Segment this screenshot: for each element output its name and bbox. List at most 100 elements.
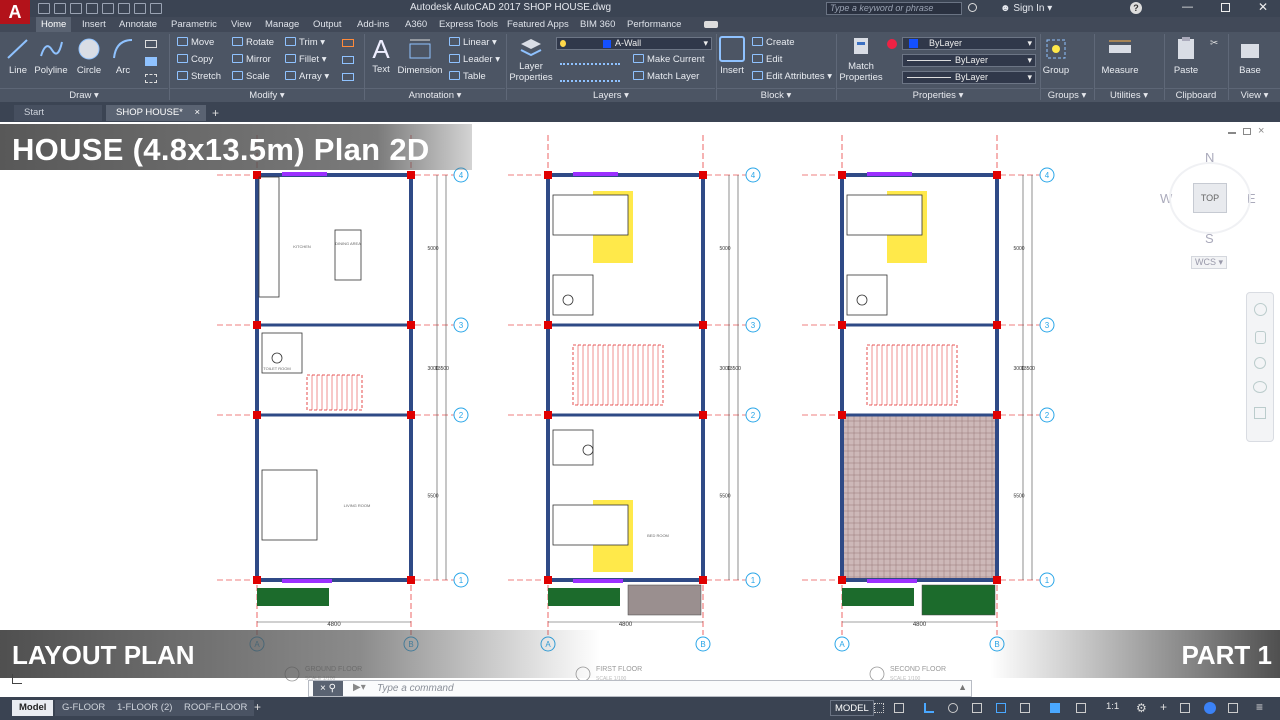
tab-annotate[interactable]: Annotate xyxy=(114,17,162,32)
ribbon-options-icon[interactable] xyxy=(704,21,718,28)
showmotion-icon[interactable] xyxy=(1254,407,1266,419)
base-view-button[interactable]: Base xyxy=(1234,36,1266,76)
new-icon[interactable] xyxy=(38,3,50,14)
tab-1-floor[interactable]: 1-FLOOR (2) xyxy=(110,700,180,716)
polyline-button[interactable]: Polyline xyxy=(32,36,70,76)
model-space-button[interactable]: MODEL xyxy=(830,700,874,716)
new-tab-button[interactable]: + xyxy=(212,106,219,120)
isolate-icon[interactable] xyxy=(1180,703,1190,713)
polar-icon[interactable] xyxy=(948,703,958,713)
groups-panel-label[interactable]: Groups ▾ xyxy=(1041,88,1093,101)
tab-manage[interactable]: Manage xyxy=(260,17,304,32)
block-panel-label[interactable]: Block ▾ xyxy=(717,88,835,101)
hardware-acceleration-icon[interactable] xyxy=(1204,702,1216,714)
command-input[interactable]: Type a command xyxy=(377,683,454,694)
snap-icon[interactable] xyxy=(894,703,904,713)
view-panel-label[interactable]: View ▾ xyxy=(1229,88,1280,101)
minimize-button[interactable]: — xyxy=(1182,1,1193,13)
layer-properties-button[interactable]: Layer Properties xyxy=(508,36,554,83)
group-button[interactable]: Group xyxy=(1042,36,1070,76)
tab-start[interactable]: Start xyxy=(14,105,102,121)
arc-button[interactable]: Arc xyxy=(108,36,138,76)
properties-panel-label[interactable]: Properties ▾ xyxy=(837,88,1039,101)
tab-view[interactable]: View xyxy=(226,17,256,32)
rotate-button[interactable]: Rotate xyxy=(232,37,274,48)
steering-wheel-icon[interactable] xyxy=(1254,303,1267,316)
command-history-icon[interactable]: ▲ xyxy=(958,682,967,692)
save-icon[interactable] xyxy=(70,3,82,14)
add-layout-button[interactable]: + xyxy=(254,700,261,714)
customize-icon[interactable]: ≡ xyxy=(1256,700,1263,714)
search-icon[interactable] xyxy=(968,3,977,12)
wcs-menu[interactable]: WCS ▾ xyxy=(1191,256,1228,269)
otrack-icon[interactable] xyxy=(996,703,1006,713)
help-icon[interactable]: ? xyxy=(1130,2,1142,14)
layer-state-icon[interactable] xyxy=(560,73,620,82)
paste-button[interactable]: Paste xyxy=(1170,36,1202,76)
measure-button[interactable]: Measure xyxy=(1098,36,1142,76)
tab-insert[interactable]: Insert xyxy=(77,17,111,32)
array-button[interactable]: Array ▾ xyxy=(285,71,329,82)
plot-icon[interactable] xyxy=(102,3,114,14)
copy-button[interactable]: Copy xyxy=(177,54,213,65)
tab-g-floor[interactable]: G-FLOOR xyxy=(55,700,113,716)
layer-dropdown[interactable]: A-Wall ▾ xyxy=(556,37,712,50)
lineweight-icon[interactable] xyxy=(1020,703,1030,713)
rectangle-icon[interactable] xyxy=(145,40,157,48)
layer-tools-icon[interactable] xyxy=(560,56,620,65)
utilities-panel-label[interactable]: Utilities ▾ xyxy=(1095,88,1163,101)
osnap-icon[interactable] xyxy=(972,703,982,713)
close-button[interactable]: ✕ xyxy=(1258,0,1268,14)
tab-performance[interactable]: Performance xyxy=(622,17,686,32)
annotation-scale[interactable]: 1:1 xyxy=(1106,701,1119,712)
maximize-button[interactable] xyxy=(1221,3,1230,12)
table-button[interactable]: Table xyxy=(449,71,486,82)
leader-button[interactable]: Leader ▾ xyxy=(449,54,500,65)
tab-roof-floor[interactable]: ROOF-FLOOR xyxy=(177,700,255,716)
create-block-button[interactable]: Create xyxy=(752,37,795,48)
close-tab-icon[interactable]: × xyxy=(194,105,200,121)
viewcube[interactable]: N W E S TOP WCS ▾ xyxy=(1155,150,1265,270)
clipboard-panel-label[interactable]: Clipboard xyxy=(1165,88,1227,101)
tab-featured-apps[interactable]: Featured Apps xyxy=(502,17,574,32)
modify-panel-label[interactable]: Modify ▾ xyxy=(170,88,364,101)
open-icon[interactable] xyxy=(54,3,66,14)
tab-model[interactable]: Model xyxy=(12,700,54,716)
move-button[interactable]: Move xyxy=(177,37,214,48)
save-as-icon[interactable] xyxy=(86,3,98,14)
fillet-button[interactable]: Fillet ▾ xyxy=(285,54,326,65)
sign-in-button[interactable]: ☻ Sign In ▾ xyxy=(1000,3,1052,14)
hatch-icon[interactable] xyxy=(145,57,157,66)
command-close-icon[interactable]: × ⚲ xyxy=(313,681,343,696)
scale-button[interactable]: Scale xyxy=(232,71,270,82)
dimension-button[interactable]: Dimension xyxy=(396,36,444,76)
edit-block-button[interactable]: Edit xyxy=(752,54,782,65)
cut-icon[interactable]: ✂ xyxy=(1210,38,1218,49)
text-button[interactable]: A Text xyxy=(368,34,394,75)
workspace-gear-icon[interactable]: ⚙ xyxy=(1136,701,1147,715)
share-icon[interactable] xyxy=(150,3,162,14)
tab-home[interactable]: Home xyxy=(36,17,72,32)
zoom-icon[interactable] xyxy=(1254,357,1266,369)
color-dropdown[interactable]: ByLayer ▾ xyxy=(902,37,1036,50)
drawing-canvas[interactable]: 4321AB480050003000550013500KITCHENDINING… xyxy=(0,122,1280,697)
lineweight-dropdown[interactable]: ByLayer ▾ xyxy=(902,71,1036,84)
annotation-visibility-icon[interactable] xyxy=(1076,703,1086,713)
selection-cycling-icon[interactable] xyxy=(1050,703,1060,713)
linetype-dropdown[interactable]: ByLayer ▾ xyxy=(902,54,1036,67)
pan-icon[interactable] xyxy=(1255,331,1266,344)
clean-screen-icon[interactable] xyxy=(1228,703,1238,713)
region-icon[interactable] xyxy=(145,74,157,83)
tab-shop-house[interactable]: SHOP HOUSE* × xyxy=(106,105,206,121)
tab-parametric[interactable]: Parametric xyxy=(166,17,222,32)
grid-icon[interactable] xyxy=(874,703,884,713)
viewport-restore-icon[interactable] xyxy=(1243,128,1251,135)
circle-button[interactable]: Circle xyxy=(74,36,104,76)
stretch-button[interactable]: Stretch xyxy=(177,71,221,82)
edit-attributes-button[interactable]: Edit Attributes ▾ xyxy=(752,71,832,82)
match-properties-button[interactable]: Match Properties xyxy=(838,36,884,83)
make-current-button[interactable]: Make Current xyxy=(633,54,705,65)
tab-express-tools[interactable]: Express Tools xyxy=(434,17,503,32)
annotation-panel-label[interactable]: Annotation ▾ xyxy=(365,88,505,101)
erase-icon[interactable] xyxy=(342,39,354,47)
